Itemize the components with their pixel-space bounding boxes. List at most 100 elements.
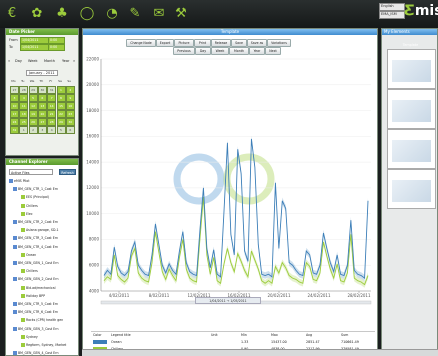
calendar-day[interactable]: 5 [28, 94, 38, 102]
currency-icon[interactable]: € [3, 4, 21, 22]
calendar-day[interactable]: 28 [19, 86, 29, 94]
calendar-day[interactable]: 2 [28, 126, 38, 134]
calendar-day[interactable]: 21 [47, 110, 57, 118]
y-tick-label: 10000 [86, 211, 99, 216]
tree-item[interactable]: Elec [21, 211, 33, 216]
calendar-day[interactable]: 3 [37, 126, 47, 134]
calendar-day[interactable]: 31 [10, 126, 19, 134]
tree-item[interactable]: BM_GEN_GEN_3_Cost Ern [13, 326, 58, 331]
tree-icon[interactable]: ♣ [53, 4, 71, 22]
calendar-day[interactable]: 7 [47, 94, 57, 102]
tools-icon[interactable]: ⚒ [172, 4, 190, 22]
view-month-button[interactable]: Month [44, 59, 55, 63]
date-range-scroller[interactable]: 1/04/2011 → 1/05/2011 [195, 297, 261, 304]
calendar-day[interactable]: 4 [47, 126, 57, 134]
tree-item[interactable]: BM_GEN_CTR_3_Cost Ern [13, 236, 58, 241]
month-select[interactable]: January - 2011 [26, 70, 58, 76]
calendar-day[interactable]: 22 [56, 110, 66, 118]
refresh-button[interactable]: Refresh [59, 169, 76, 175]
tree-item[interactable]: Rocks (CPR) health gen [21, 318, 63, 323]
calendar-day[interactable]: 4 [19, 94, 29, 102]
view-week-button[interactable]: Week [28, 59, 38, 63]
calendar-day[interactable]: 25 [19, 118, 29, 126]
tree-item[interactable]: BM_GEN_CTR_5_Cost Ern [13, 302, 58, 306]
folder-icon [13, 220, 17, 224]
tree-item[interactable]: Bld.ad/mechanical [21, 285, 55, 290]
nav-prev-button[interactable]: « [8, 59, 10, 63]
calendar-day[interactable]: 1 [56, 86, 66, 94]
calendar-day[interactable]: 23 [65, 110, 75, 118]
from-time-input[interactable]: 0:00 [48, 37, 65, 44]
tree-item[interactable]: Ocean [21, 252, 36, 257]
calendar-day[interactable]: 13 [37, 102, 47, 110]
calendar-day[interactable]: 26 [28, 118, 38, 126]
calendar-day[interactable]: 27 [37, 118, 47, 126]
calendar-day[interactable]: 19 [28, 110, 38, 118]
calendar-day[interactable]: 29 [28, 86, 38, 94]
site-select[interactable]: EMA_ISM [379, 11, 405, 19]
tree-item[interactable]: Sydney [21, 334, 38, 339]
calendar-day[interactable]: 6 [65, 126, 75, 134]
channel-icon [21, 334, 25, 339]
view-year-button[interactable]: Year [62, 59, 69, 63]
calendar-day[interactable]: 27 [10, 86, 19, 94]
calendar-day[interactable]: 18 [19, 110, 29, 118]
calendar-day[interactable]: 9 [65, 94, 75, 102]
from-date-input[interactable]: 1/04/2011 [20, 37, 49, 44]
calendar-day[interactable]: 15 [56, 102, 66, 110]
tree-item[interactable]: Chillers [21, 203, 38, 208]
calendar-day[interactable]: 6 [37, 94, 47, 102]
tree-item[interactable]: BM_GEN_CTR_1_Cost Ern [13, 187, 58, 192]
calendar-day[interactable]: 3 [10, 94, 19, 102]
to-date-input[interactable]: 1/04/2011 [20, 44, 49, 51]
calendar-day[interactable]: 28 [47, 118, 57, 126]
view-day-button[interactable]: Day [15, 59, 22, 63]
bag-icon[interactable]: ◯ [78, 4, 96, 22]
tree-item[interactable]: Regform, Sydney, Market [21, 343, 66, 347]
language-select[interactable]: English [379, 3, 405, 11]
calendar-day[interactable]: 24 [10, 118, 19, 126]
calendar-day[interactable]: 16 [65, 102, 75, 110]
calendar-day[interactable]: 12 [28, 102, 38, 110]
tree-item[interactable]: BM_GEN_CTR_2_Cost Ern [13, 220, 58, 224]
calendar-day[interactable]: 2 [65, 86, 75, 94]
calendar-day[interactable]: 31 [47, 86, 57, 94]
tree-item[interactable]: BM_GEN_CTR_4_Cost Ern [13, 244, 58, 249]
tree-item[interactable]: Holiday BPP [21, 293, 45, 298]
tree-item[interactable]: Asiana garage, SD-1 [21, 228, 59, 233]
calendar-day[interactable]: 10 [10, 102, 19, 110]
weekday-header: Sa [58, 79, 62, 83]
tree-item[interactable]: BM_GEN_GEN_1_Cost Ern [13, 261, 58, 265]
tree-item[interactable]: BM_GEN_GEN_2_Cost Ern [13, 277, 58, 282]
calendar-day[interactable]: 11 [19, 102, 29, 110]
calendar-day[interactable]: 17 [10, 110, 19, 118]
weekday-header: We [29, 79, 35, 83]
tree-item[interactable]: BM_GEN_GEN_4_Cost Ern [13, 351, 58, 356]
element-thumbnail[interactable] [387, 169, 436, 209]
calendar-day[interactable]: 29 [56, 118, 66, 126]
calendar-day[interactable]: 14 [47, 102, 57, 110]
tree-item-label: Regform, Sydney, Market [26, 343, 67, 347]
legend-cell-min: 1.33 [241, 340, 249, 344]
calendar-day[interactable]: 30 [37, 86, 47, 94]
tree-item[interactable]: Chillers [21, 269, 38, 274]
legend-header: Max [271, 333, 278, 337]
calendar-day[interactable]: 5 [56, 126, 66, 134]
tree-item[interactable]: eMIS Pilot [9, 179, 30, 183]
calendar-day[interactable]: 20 [37, 110, 47, 118]
plant-icon[interactable]: ✿ [28, 4, 46, 22]
filter-select[interactable]: Active Files [9, 169, 53, 175]
pencil-icon[interactable]: ✎ [126, 4, 144, 22]
folder-icon [13, 244, 17, 249]
gauge-icon[interactable]: ◔ [103, 4, 121, 22]
tree-item[interactable]: EES (Principal) [21, 195, 49, 200]
nav-next-button[interactable]: » [73, 59, 75, 63]
channel-icon [21, 285, 25, 290]
calendar-day[interactable]: 1 [19, 126, 29, 134]
envelope-icon[interactable]: ✉ [150, 4, 168, 22]
calendar-day[interactable]: 30 [65, 118, 75, 126]
tree-item-label: eMIS Pilot [14, 179, 30, 183]
tree-item[interactable]: BM_GEN_CTR_6_Cost Ern [13, 310, 58, 315]
to-time-input[interactable]: 0:00 [48, 44, 65, 51]
calendar-day[interactable]: 8 [56, 94, 66, 102]
